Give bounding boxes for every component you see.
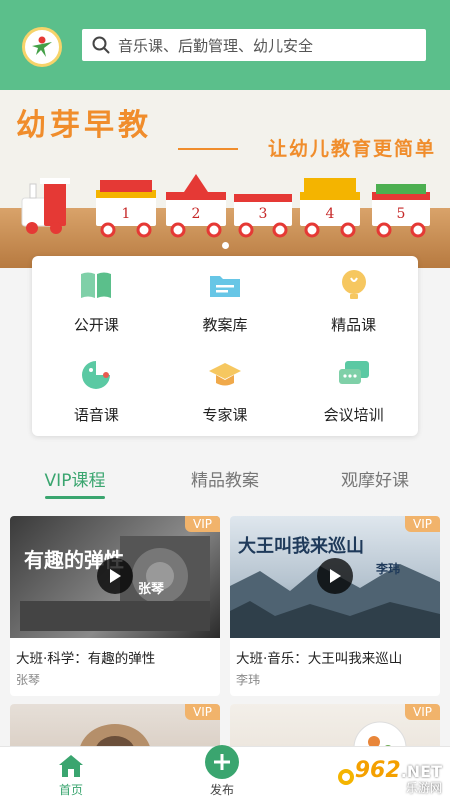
train-car-number: 4 [326,206,335,222]
play-icon [110,569,121,583]
banner-carousel[interactable]: 幼芽早教 让幼儿教育更简单 1 2 3 4 5 [0,90,450,268]
train-car-numbers: 1 2 3 4 5 [122,206,406,222]
search-icon [92,36,110,54]
course-author: 李玮 [236,673,261,687]
lightbulb-icon [337,268,371,302]
chat-icon [337,358,371,392]
vip-badge: VIP [185,516,220,532]
app-root: 音乐课、后勤管理、幼儿安全 幼芽早教 让幼儿教育更简单 1 2 3 4 5 公开… [0,0,450,800]
search-placeholder: 音乐课、后勤管理、幼儿安全 [118,36,314,55]
play-icon [330,569,341,583]
course-thumbnail: 有趣的弹性 张琴 VIP [10,516,220,638]
bottom-navigation: 首页 发布 962 .NET 乐游网 [0,745,450,800]
category-label: 会议培训 [323,405,384,424]
watermark-suffix: .NET [400,762,442,781]
graduation-cap-icon [208,358,242,392]
course-title: 大班·科学：有趣的弹性 [16,651,156,667]
category-grid: 公开课 教案库 精品课 语音课 专家课 会议培训 [32,256,418,436]
banner-dash [178,148,238,150]
category-lesson-plans[interactable]: 教案库 [161,256,290,346]
watermark-brand: 962 [354,758,401,783]
voice-icon [79,358,113,392]
train-car-number: 3 [259,206,268,222]
thumb-author: 李玮 [376,562,401,576]
category-open-course[interactable]: 公开课 [32,256,161,346]
course-thumbnail: 大王叫我来巡山 李玮 VIP [230,516,440,638]
tab-vip-courses[interactable]: VIP课程 [5,466,145,499]
carousel-indicator [0,242,450,249]
course-tabs: VIP课程 精品教案 观摩好课 [0,466,450,506]
play-button[interactable] [97,558,133,594]
logo-figure-icon [32,36,52,57]
home-icon [59,755,83,777]
train-car-number: 5 [397,206,406,222]
course-card[interactable]: 有趣的弹性 张琴 VIP 大班·科学：有趣的弹性 张琴 [10,516,220,696]
nav-publish-label: 发布 [209,783,234,797]
category-label: 公开课 [73,315,119,334]
watermark-sub: 乐游网 [405,781,442,795]
thumb-title: 大王叫我来巡山 [238,536,364,557]
tab-premium-lesson-plans[interactable]: 精品教案 [155,466,295,499]
category-expert-course[interactable]: 专家课 [161,346,290,436]
course-author: 张琴 [16,673,41,687]
banner-title: 幼芽早教 [16,108,152,143]
category-voice-course[interactable]: 语音课 [32,346,161,436]
watermark-logo-icon [337,769,354,785]
train-car-number: 1 [122,206,131,222]
vip-badge: VIP [405,516,440,532]
folder-icon [208,268,242,302]
course-card[interactable]: 大王叫我来巡山 李玮 VIP 大班·音乐：大王叫我来巡山 李玮 [230,516,440,696]
nav-home[interactable]: 首页 [58,753,84,798]
nav-home-label: 首页 [58,783,83,797]
thumb-author: 张琴 [138,582,165,597]
nav-publish[interactable]: 发布 [205,745,239,798]
category-label: 教案库 [202,315,248,334]
banner-subtitle: 让幼儿教育更简单 [267,138,436,160]
book-icon [79,268,113,302]
app-logo[interactable] [22,27,62,67]
vip-badge: VIP [405,704,440,720]
search-bar[interactable]: 音乐课、后勤管理、幼儿安全 [82,29,426,61]
train-car-number: 2 [192,206,201,222]
category-label: 精品课 [331,315,377,334]
course-title: 大班·音乐：大王叫我来巡山 [236,651,403,667]
vip-badge: VIP [185,704,220,720]
tab-observation-courses[interactable]: 观摩好课 [305,466,445,499]
carousel-dot[interactable] [221,242,229,249]
category-label: 专家课 [202,405,248,424]
site-watermark: 962 .NET 乐游网 [337,760,442,794]
category-meeting-training[interactable]: 会议培训 [289,346,418,436]
header-bar: 音乐课、后勤管理、幼儿安全 [0,0,450,90]
category-label: 语音课 [73,405,119,424]
play-button[interactable] [317,558,353,594]
add-icon [205,745,239,779]
category-premium-course[interactable]: 精品课 [289,256,418,346]
